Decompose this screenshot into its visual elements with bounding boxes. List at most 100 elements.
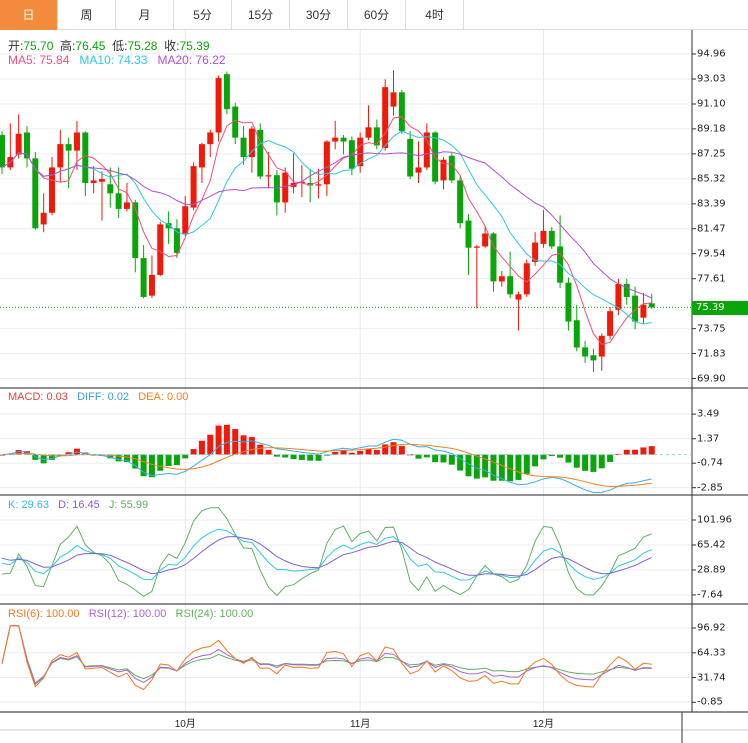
open-value: 75.70 xyxy=(23,39,54,53)
candle-up xyxy=(365,127,372,138)
kdj-legend: K: 29.63 D: 16.45 J: 55.99 xyxy=(8,499,148,511)
candle-up xyxy=(215,78,222,133)
macd-legend: MACD: 0.03 DIFF: 0.02 DEA: 0.00 xyxy=(8,391,188,403)
candle-up xyxy=(265,175,272,177)
candle-up xyxy=(640,304,647,318)
macd-bar xyxy=(307,454,314,461)
candle-down xyxy=(82,132,89,183)
candle-down xyxy=(65,144,72,151)
macd-bar xyxy=(415,454,422,459)
candle-up xyxy=(332,137,339,142)
j-line xyxy=(1,507,652,598)
candle-up xyxy=(207,132,214,145)
macd-bar xyxy=(590,454,597,472)
rsi12-line xyxy=(1,625,652,686)
candle-down xyxy=(623,283,630,297)
diff-line xyxy=(1,438,652,494)
rsi24-value: RSI(24): 100.00 xyxy=(175,608,254,620)
candle-down xyxy=(223,74,230,110)
macd-bar xyxy=(565,454,572,463)
low-value: 75.28 xyxy=(127,39,158,53)
macd-bar xyxy=(298,454,305,460)
close-label: 收: xyxy=(164,39,180,53)
macd-bar xyxy=(148,454,155,478)
macd-bar xyxy=(598,454,605,469)
candle-up xyxy=(57,144,64,168)
macd-bar xyxy=(182,454,189,459)
candle-up xyxy=(498,276,505,282)
y-axis-label: 64.33 xyxy=(697,647,726,659)
high-label: 高: xyxy=(60,39,76,53)
macd-bar xyxy=(398,446,405,455)
macd-bar xyxy=(540,454,547,460)
macd-bar xyxy=(340,450,347,455)
candle-up xyxy=(90,180,97,183)
x-axis-label: 10月 xyxy=(174,719,196,730)
y-axis-label: -2.85 xyxy=(697,482,723,494)
y-axis-label: -0.74 xyxy=(697,457,723,469)
macd-bar xyxy=(165,454,172,467)
candle-down xyxy=(465,220,472,248)
macd-bar xyxy=(373,450,380,455)
candle-down xyxy=(140,258,147,297)
kline-chart[interactable] xyxy=(0,0,748,743)
y-axis-label: 87.25 xyxy=(697,148,726,160)
candle-up xyxy=(98,179,105,182)
y-axis-label: 65.42 xyxy=(697,539,726,551)
macd-bar xyxy=(357,450,364,455)
y-axis-label: 93.03 xyxy=(697,73,726,85)
macd-bar xyxy=(440,454,447,463)
macd-bar xyxy=(190,449,197,455)
low-label: 低: xyxy=(112,39,128,53)
candle-up xyxy=(473,246,480,248)
macd-bar xyxy=(290,454,297,460)
candle-up xyxy=(248,128,255,158)
candle-up xyxy=(607,311,614,336)
ma20-legend: MA20: 76.22 xyxy=(157,53,226,67)
x-axis-label: 12月 xyxy=(532,719,554,730)
candle-up xyxy=(282,172,289,203)
candle-up xyxy=(73,132,80,151)
macd-value: MACD: 0.03 xyxy=(8,391,68,403)
macd-bar xyxy=(523,454,530,474)
y-axis-label: 71.83 xyxy=(697,348,726,360)
macd-bar xyxy=(432,454,439,463)
high-value: 76.45 xyxy=(75,39,106,53)
macd-bar xyxy=(532,454,539,467)
y-axis-label: -7.64 xyxy=(697,589,723,601)
candle-down xyxy=(115,193,122,209)
macd-bar xyxy=(365,448,372,455)
candle-down xyxy=(565,282,572,322)
candle-up xyxy=(382,87,389,149)
macd-bar xyxy=(223,424,230,455)
dea-line xyxy=(1,443,652,488)
ma5-legend: MA5: 75.84 xyxy=(8,53,70,67)
macd-bar xyxy=(582,454,589,471)
rsi24-line xyxy=(1,625,652,684)
candle-up xyxy=(190,166,197,208)
candle-down xyxy=(548,230,555,247)
y-axis-label: 69.90 xyxy=(697,373,726,385)
macd-bar xyxy=(515,454,522,480)
macd-bar xyxy=(132,454,139,469)
candle-down xyxy=(273,175,280,203)
macd-bar xyxy=(215,425,222,455)
macd-bar xyxy=(648,446,655,455)
candle-down xyxy=(573,320,580,348)
y-axis-label: 91.10 xyxy=(697,98,726,110)
y-axis-label: 3.49 xyxy=(697,408,720,420)
candle-up xyxy=(315,184,322,186)
candle-down xyxy=(340,137,347,142)
current-price-tag: 75.39 xyxy=(692,301,748,315)
y-axis-label: 73.75 xyxy=(697,323,726,335)
y-axis-label: 85.32 xyxy=(697,173,726,185)
candle-up xyxy=(157,224,164,275)
candle-down xyxy=(457,180,464,224)
candle-up xyxy=(390,92,397,107)
macd-bar xyxy=(498,454,505,481)
candle-up xyxy=(40,212,47,225)
y-axis-label: 31.74 xyxy=(697,672,726,684)
candle-up xyxy=(523,263,530,295)
candle-up xyxy=(182,206,189,234)
candle-down xyxy=(590,355,597,361)
